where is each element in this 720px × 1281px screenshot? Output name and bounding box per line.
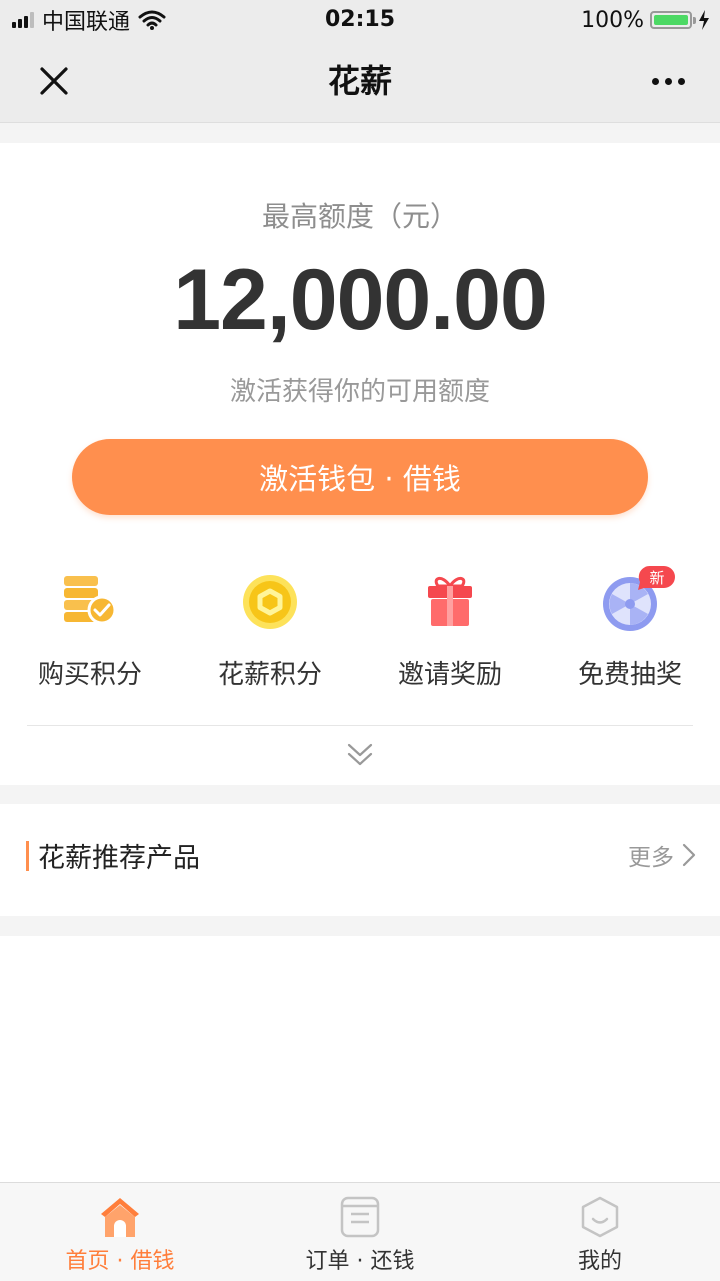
chevron-right-icon: [682, 843, 696, 867]
tab-label: 我的: [577, 1249, 622, 1274]
feature-huaxin-points[interactable]: 花薪积分: [180, 568, 360, 698]
battery-icon: [650, 11, 696, 29]
divider: [27, 725, 693, 726]
limit-amount: 12,000.00: [173, 252, 548, 348]
feature-grid: 购买积分 花薪积分 邀请奖励 新 免费抽奖: [0, 566, 720, 698]
order-icon: [340, 1196, 380, 1238]
content-area: [0, 936, 720, 1182]
tab-label: 订单 · 还钱: [305, 1249, 415, 1274]
more-link[interactable]: 更多: [628, 838, 696, 872]
section-accent-bar: [26, 841, 29, 871]
feature-label: 购买积分: [37, 660, 142, 690]
tab-orders[interactable]: 订单 · 还钱: [240, 1183, 480, 1281]
status-right: 100%: [581, 0, 710, 40]
limit-label: 最高额度（元）: [261, 200, 458, 233]
feature-buy-points[interactable]: 购买积分: [0, 568, 180, 698]
tab-profile[interactable]: 我的: [480, 1183, 720, 1281]
feature-label: 花薪积分: [217, 660, 322, 690]
feature-label: 免费抽奖: [577, 660, 682, 690]
gift-icon: [428, 577, 472, 626]
points-card-icon: [64, 576, 117, 625]
more-label: 更多: [628, 845, 674, 871]
recommend-title: 花薪推荐产品: [38, 843, 200, 874]
coin-icon: [243, 575, 297, 629]
tab-home[interactable]: 首页 · 借钱: [0, 1183, 240, 1281]
profile-icon: [581, 1196, 619, 1238]
more-dot: [651, 77, 659, 85]
home-icon: [101, 1198, 139, 1237]
feature-invite-reward[interactable]: 邀请奖励: [360, 568, 540, 698]
feature-label: 邀请奖励: [397, 660, 502, 690]
page-title: 花薪: [327, 62, 392, 100]
new-badge-label: 新: [649, 569, 665, 587]
more-dot: [677, 77, 685, 85]
tab-label: 首页 · 借钱: [65, 1249, 175, 1274]
more-menu-button[interactable]: [644, 61, 692, 101]
more-dot: [664, 77, 672, 85]
double-chevron-down-icon: [347, 743, 373, 766]
activate-wallet-button[interactable]: 激活钱包 · 借钱: [72, 439, 648, 515]
tab-bar: 首页 · 借钱 订单 · 还钱 我的: [0, 1182, 720, 1281]
activate-hint: 激活获得你的可用额度: [229, 377, 490, 407]
nav-bar: 花薪: [0, 40, 720, 123]
feature-free-lottery[interactable]: 新 免费抽奖: [540, 566, 720, 698]
status-bar: 中国联通 02:15 100%: [0, 0, 720, 40]
credit-card: 最高额度（元） 12,000.00 激活获得你的可用额度 激活钱包 · 借钱 购…: [0, 143, 720, 785]
expand-button[interactable]: [344, 741, 376, 769]
charging-icon: [699, 10, 709, 30]
section-gap: [0, 916, 720, 936]
battery-percent: 100%: [581, 7, 644, 33]
recommend-section: 花薪推荐产品 更多: [0, 804, 720, 916]
